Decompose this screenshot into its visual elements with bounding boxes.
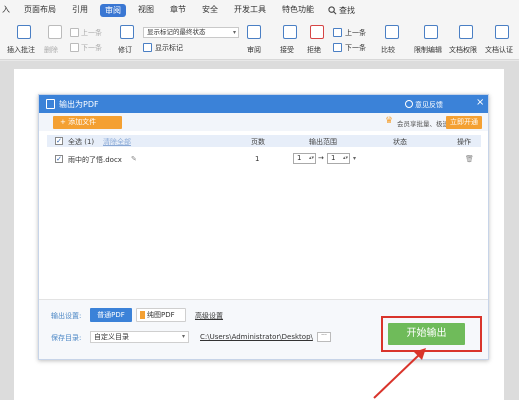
next-change-button[interactable]: 下一条: [345, 43, 366, 53]
menu-item-special[interactable]: 特色功能: [274, 0, 322, 20]
add-file-button[interactable]: + 添加文件: [53, 116, 122, 129]
range-from-value: 1: [297, 154, 302, 162]
edit-icon[interactable]: ✎: [131, 155, 137, 163]
show-markup-icon: [143, 43, 152, 52]
dialog-title-bar: 输出为PDF 意见反馈 ×: [39, 95, 488, 113]
range-to-value: 1: [331, 154, 336, 162]
table-row: ✓ 雨中的了悟.docx ✎ 1 1 ▴▾ → 1 ▴▾ ▾ 🗑: [47, 152, 481, 166]
search-button[interactable]: 查找: [322, 5, 361, 16]
search-icon: [328, 5, 337, 14]
prev-change-icon: [333, 28, 342, 37]
menu-bar: 入 页面布局 引用 审阅 视图 章节 安全 开发工具 特色功能 查找: [0, 0, 519, 20]
advanced-settings-link[interactable]: 高级设置: [195, 311, 223, 321]
insert-comment-icon: [17, 25, 31, 39]
save-dir-label: 保存目录:: [51, 334, 82, 342]
next-comment-icon: [70, 43, 79, 52]
delete-button[interactable]: 删除: [44, 45, 58, 55]
next-comment-button[interactable]: 下一条: [81, 43, 102, 53]
revise-icon: [120, 25, 134, 39]
header-pages: 页数: [251, 138, 265, 146]
open-vip-button[interactable]: 立即开通: [446, 116, 482, 129]
pdf-icon: [46, 99, 55, 109]
next-change-icon: [333, 43, 342, 52]
feedback-icon: [405, 100, 413, 108]
markup-state-value: 显示标记的最终状态: [147, 28, 206, 36]
reject-icon: [310, 25, 324, 39]
vip-crown-icon: ♛: [385, 116, 394, 126]
review-icon: [247, 25, 261, 39]
header-action: 操作: [457, 138, 471, 146]
range-dropdown-icon[interactable]: ▾: [353, 155, 356, 162]
menu-item-security[interactable]: 安全: [194, 0, 226, 20]
header-status: 状态: [393, 138, 407, 146]
dialog-toolbar: + 添加文件 ♛ 会员享批量、极速转换 立即开通: [39, 113, 488, 131]
save-dir-select[interactable]: 自定义目录 ▾: [90, 331, 189, 343]
browse-button[interactable]: ···: [317, 332, 331, 342]
pure-image-pdf-button[interactable]: 纯图PDF: [136, 308, 186, 322]
restrict-edit-icon: [424, 25, 438, 39]
doc-auth-icon: [495, 25, 509, 39]
revise-button[interactable]: 修订: [118, 45, 132, 55]
header-range: 输出范围: [309, 138, 337, 146]
ribbon: 插入批注 删除 上一条 下一条 修订 显示标记的最终状态 ▾ 显示标记 审阅 接受…: [0, 20, 519, 60]
review-button[interactable]: 审阅: [247, 45, 261, 55]
doc-permission-icon: [459, 25, 473, 39]
chevron-down-icon: ▾: [232, 29, 236, 36]
chevron-down-icon: ▾: [181, 333, 185, 340]
accept-button[interactable]: 接受: [280, 45, 294, 55]
close-icon[interactable]: ×: [476, 97, 484, 108]
prev-change-button[interactable]: 上一条: [345, 28, 366, 38]
insert-comment-button[interactable]: 插入批注: [7, 45, 35, 55]
range-from-input[interactable]: 1 ▴▾: [293, 153, 316, 164]
show-markup-button[interactable]: 显示标记: [155, 43, 183, 53]
reject-button[interactable]: 拒绝: [307, 45, 321, 55]
menu-item-page-layout[interactable]: 页面布局: [16, 0, 64, 20]
save-dir-value: 自定义目录: [94, 333, 129, 341]
search-label: 查找: [339, 5, 355, 15]
doc-permission-button[interactable]: 文档权限: [449, 45, 477, 55]
range-to-input[interactable]: 1 ▴▾: [327, 153, 350, 164]
spinner-icon: ▴▾: [308, 155, 314, 161]
compare-icon: [385, 25, 399, 39]
delete-icon: [48, 25, 62, 39]
range-arrow: →: [318, 154, 324, 162]
menu-item-section[interactable]: 章节: [162, 0, 194, 20]
spinner-icon: ▴▾: [342, 155, 348, 161]
select-all-label: 全选 (1): [68, 138, 95, 146]
accept-icon: [283, 25, 297, 39]
prev-comment-button[interactable]: 上一条: [81, 28, 102, 38]
menu-item-view[interactable]: 视图: [130, 0, 162, 20]
save-path[interactable]: C:\Users\Administrator\Desktop\: [200, 333, 313, 341]
menu-item-developer[interactable]: 开发工具: [226, 0, 274, 20]
feedback-link[interactable]: 意见反馈: [415, 100, 443, 110]
file-table-header: ✓ 全选 (1) 清除全部 页数 输出范围 状态 操作: [47, 135, 481, 147]
trash-icon[interactable]: 🗑: [465, 155, 474, 163]
markup-state-select[interactable]: 显示标记的最终状态 ▾: [143, 27, 239, 38]
prev-comment-icon: [70, 28, 79, 37]
doc-auth-button[interactable]: 文档认证: [485, 45, 513, 55]
clear-all-link[interactable]: 清除全部: [103, 137, 131, 147]
row-filename: 雨中的了悟.docx: [68, 156, 122, 164]
compare-button[interactable]: 比较: [381, 45, 395, 55]
output-settings-label: 输出设置:: [51, 312, 82, 320]
dialog-title: 输出为PDF: [59, 100, 99, 109]
pure-image-pdf-label: 纯图PDF: [147, 311, 175, 319]
restrict-edit-button[interactable]: 限制编辑: [414, 45, 442, 55]
row-pages: 1: [255, 155, 260, 163]
row-checkbox[interactable]: ✓: [55, 155, 63, 163]
annotation-arrow-icon: [373, 348, 426, 399]
menu-item-review[interactable]: 审阅: [100, 3, 126, 17]
vip-icon: [140, 311, 145, 319]
normal-pdf-button[interactable]: 普通PDF: [90, 308, 132, 322]
select-all-checkbox[interactable]: ✓: [55, 137, 63, 145]
menu-item-references[interactable]: 引用: [64, 0, 96, 20]
menu-item-insert[interactable]: 入: [0, 0, 16, 20]
